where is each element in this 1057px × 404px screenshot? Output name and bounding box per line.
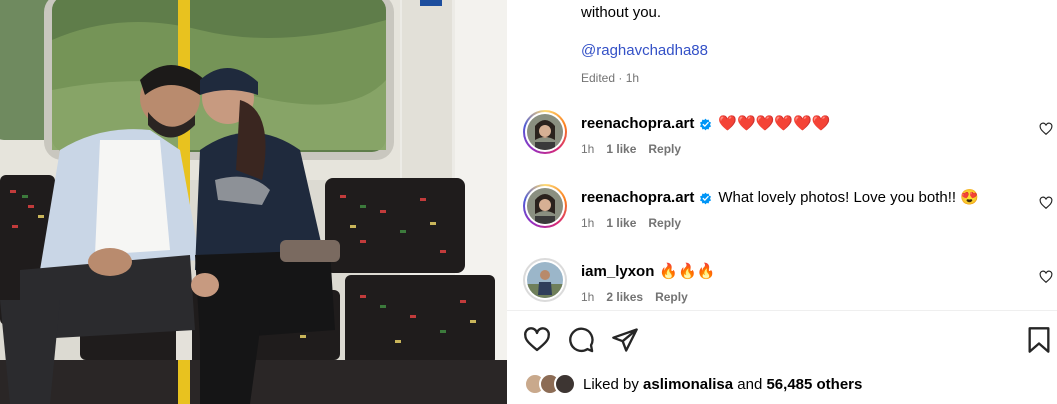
comment-item: reenachopra.art ❤️❤️❤️❤️❤️❤️ 1h 1 like R… bbox=[507, 110, 1057, 166]
caption-edited-time: Edited · 1h bbox=[581, 71, 640, 85]
comment-time: 1h bbox=[581, 216, 595, 230]
comment-username[interactable]: reenachopra.art bbox=[581, 188, 694, 208]
liked-by-username[interactable]: aslimonalisa bbox=[643, 376, 733, 393]
comment-likes-count[interactable]: 2 likes bbox=[606, 290, 643, 304]
comment-likes-count[interactable]: 1 like bbox=[606, 216, 636, 230]
comment-like-heart-icon[interactable] bbox=[1039, 196, 1053, 210]
caption-mention-link[interactable]: @raghavchadha88 bbox=[581, 42, 708, 59]
likes-connector: and bbox=[737, 375, 763, 393]
bookmark-icon[interactable] bbox=[1025, 326, 1053, 354]
comment-time: 1h bbox=[581, 142, 595, 156]
verified-badge-icon bbox=[700, 192, 712, 204]
comment-username[interactable]: iam_lyxon bbox=[581, 262, 654, 282]
comment-like-heart-icon[interactable] bbox=[1039, 270, 1053, 284]
liked-by-avatars[interactable] bbox=[524, 373, 576, 395]
avatar bbox=[554, 373, 576, 395]
avatar[interactable] bbox=[523, 110, 567, 154]
comment-text: What lovely photos! Love you both!! 😍 bbox=[718, 189, 979, 206]
avatar-image bbox=[527, 188, 563, 224]
avatar[interactable] bbox=[523, 258, 567, 302]
avatar-image bbox=[527, 114, 563, 150]
comment-text: ❤️❤️❤️❤️❤️❤️ bbox=[718, 115, 831, 132]
comment-reply-button[interactable]: Reply bbox=[648, 216, 681, 230]
post-action-bar bbox=[523, 326, 1053, 354]
post-photo bbox=[0, 0, 507, 404]
comment-like-heart-icon[interactable] bbox=[1039, 122, 1053, 136]
likes-summary: Liked by aslimonalisa and 56,485 others bbox=[524, 372, 862, 396]
verified-badge-icon bbox=[700, 118, 712, 130]
post-details-panel: without you. @raghavchadha88 Edited · 1h… bbox=[507, 0, 1057, 404]
heart-icon[interactable] bbox=[523, 326, 551, 354]
comment-reply-button[interactable]: Reply bbox=[655, 290, 688, 304]
avatar[interactable] bbox=[523, 184, 567, 228]
likes-count-link[interactable]: 56,485 others bbox=[766, 376, 862, 393]
comment-likes-count[interactable]: 1 like bbox=[606, 142, 636, 156]
caption-text: without you. bbox=[581, 4, 662, 21]
share-icon[interactable] bbox=[611, 326, 639, 354]
comment-username[interactable]: reenachopra.art bbox=[581, 114, 694, 134]
comment-item: reenachopra.art What lovely photos! Love… bbox=[507, 184, 1057, 240]
section-divider bbox=[507, 310, 1057, 311]
comment-item: iam_lyxon 🔥🔥🔥 1h 2 likes Reply bbox=[507, 258, 1057, 314]
comment-text: 🔥🔥🔥 bbox=[659, 263, 716, 280]
comment-reply-button[interactable]: Reply bbox=[648, 142, 681, 156]
comment-time: 1h bbox=[581, 290, 595, 304]
likes-prefix: Liked by bbox=[583, 375, 639, 393]
comment-icon[interactable] bbox=[567, 326, 595, 354]
avatar-image bbox=[527, 262, 563, 298]
